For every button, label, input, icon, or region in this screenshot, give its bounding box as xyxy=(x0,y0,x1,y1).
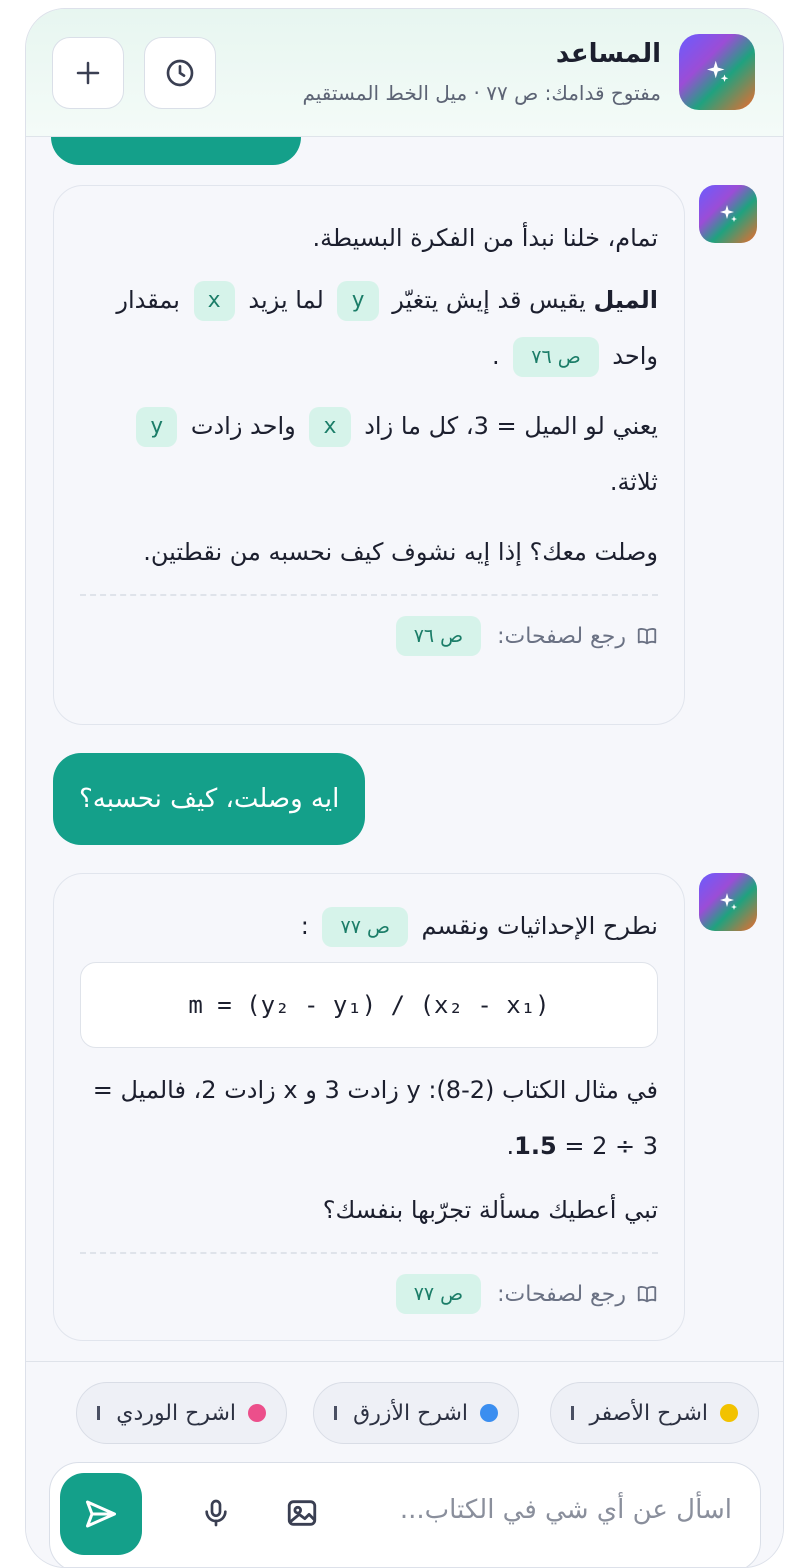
new-chat-button[interactable] xyxy=(52,37,124,109)
attach-image-button[interactable] xyxy=(282,1493,322,1533)
page-ref-chip[interactable]: ص ٧٧ xyxy=(395,1274,482,1314)
message-text: تبي أعطيك مسألة تجرّبها بنفسك؟ xyxy=(322,1196,658,1224)
message-input[interactable]: اسأل عن أي شي في الكتاب... xyxy=(400,1495,732,1525)
sparkle-icon xyxy=(707,60,729,82)
pink-dot-icon xyxy=(248,1404,266,1422)
microphone-icon xyxy=(205,1499,227,1527)
message-composer: اسأل عن أي شي في الكتاب... xyxy=(49,1462,761,1567)
suggestion-chip-blue[interactable]: اشرح الأزرق xyxy=(313,1382,519,1444)
page-references: رجع لصفحات: ص ٧٦ xyxy=(80,596,658,676)
suggestion-chip-pink[interactable]: اشرح الوردي xyxy=(76,1382,287,1444)
message-text: تمام، خلنا نبدأ من الفكرة البسيطة. xyxy=(312,224,658,252)
references-label: رجع لصفحات: xyxy=(497,1281,626,1307)
sparkle-icon xyxy=(720,205,737,222)
voice-input-button[interactable] xyxy=(196,1493,236,1533)
page-ref-chip[interactable]: ص ٧٦ xyxy=(513,337,599,377)
history-button[interactable] xyxy=(144,37,216,109)
message-text: يعني لو الميل = 3، كل ما زاد x واحد زادت… xyxy=(80,398,658,510)
assistant-header: المساعد مفتوح قدامك: ص ٧٧ · ميل الخط الم… xyxy=(26,9,783,137)
yellow-dot-icon xyxy=(720,1404,738,1422)
assistant-subtitle: مفتوح قدامك: ص ٧٧ · ميل الخط المستقيم xyxy=(302,81,661,105)
send-button[interactable] xyxy=(60,1473,142,1555)
variable-chip: y xyxy=(135,407,178,447)
blue-dot-icon xyxy=(480,1404,498,1422)
page-references: رجع لصفحات: ص ٧٧ xyxy=(80,1254,658,1334)
sparkle-icon xyxy=(720,893,737,910)
bold-result: 1.5 xyxy=(514,1132,557,1160)
handle-icon xyxy=(570,1406,574,1420)
assistant-avatar xyxy=(699,185,757,243)
assistant-avatar xyxy=(699,873,757,931)
message-text: في مثال الكتاب (2-8): y زادت 3 و x زادت … xyxy=(92,1076,658,1160)
assistant-message: تمام، خلنا نبدأ من الفكرة البسيطة. الميل… xyxy=(53,185,685,725)
clock-icon xyxy=(166,59,194,87)
plus-icon xyxy=(76,61,100,85)
message-text: الميل يقيس قد إيش يتغيّر y لما يزيد x بم… xyxy=(80,272,658,384)
bold-term: الميل xyxy=(593,286,658,314)
page-ref-chip[interactable]: ص ٧٦ xyxy=(395,616,482,656)
handle-icon xyxy=(334,1406,338,1420)
assistant-panel: المساعد مفتوح قدامك: ص ٧٧ · ميل الخط الم… xyxy=(25,8,784,1568)
composer-area: اشرح الأصفر اشرح الأزرق اشرح الوردي اسأل… xyxy=(26,1361,783,1567)
handle-icon xyxy=(97,1406,101,1420)
user-message-text: ايه وصلت، كيف نحسبه؟ xyxy=(79,784,340,814)
assistant-message: نطرح الإحداثيات ونقسم ص ٧٧ : m = (y₂ - y… xyxy=(53,873,685,1341)
message-text: وصلت معك؟ إذا إيه نشوف كيف نحسبه من نقطت… xyxy=(143,538,658,566)
image-icon xyxy=(287,1500,317,1526)
assistant-logo xyxy=(679,34,755,110)
assistant-title: المساعد xyxy=(555,39,661,69)
page-ref-chip[interactable]: ص ٧٧ xyxy=(322,907,408,947)
send-icon xyxy=(86,1500,116,1528)
variable-chip: x xyxy=(193,281,235,321)
variable-chip: y xyxy=(337,281,379,321)
user-message: ايه وصلت، كيف نحسبه؟ xyxy=(53,753,366,845)
formula-block: m = (y₂ - y₁) / (x₂ - x₁) xyxy=(80,962,658,1048)
references-label: رجع لصفحات: xyxy=(497,623,626,649)
book-icon xyxy=(637,628,657,645)
book-icon xyxy=(637,1286,657,1303)
message-text: نطرح الإحداثيات ونقسم ص ٧٧ : xyxy=(80,898,658,954)
variable-chip: x xyxy=(309,407,351,447)
suggestion-chip-yellow[interactable]: اشرح الأصفر xyxy=(549,1382,759,1444)
